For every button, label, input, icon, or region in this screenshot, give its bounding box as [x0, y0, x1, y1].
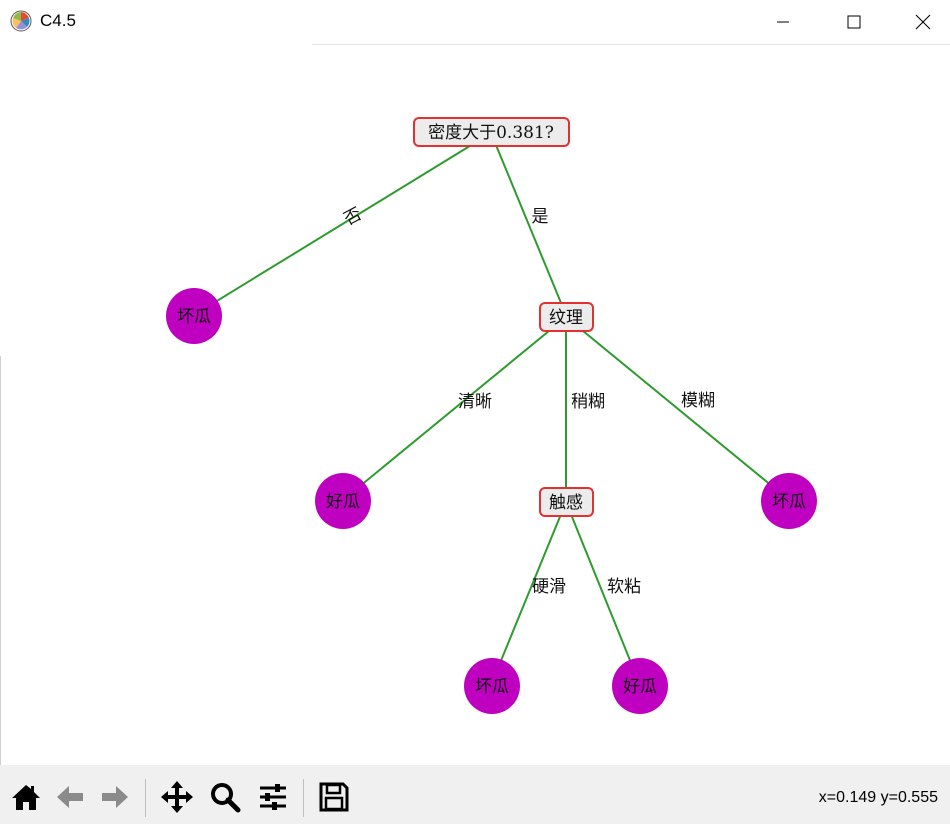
figure-canvas[interactable]: 否 是 清晰 稍糊 模糊 硬滑 软粘 坏瓜 好瓜 坏瓜 坏瓜 好瓜 密度大于0.…	[0, 45, 950, 765]
zoom-icon	[209, 781, 241, 817]
pan-button[interactable]	[157, 779, 197, 819]
leaf-label: 好瓜	[623, 677, 657, 697]
leaf-label: 坏瓜	[177, 307, 211, 327]
leaf-label: 好瓜	[326, 492, 360, 512]
minimize-button[interactable]	[760, 0, 806, 44]
edge-no	[193, 132, 492, 316]
decision-tree: 否 是 清晰 稍糊 模糊 硬滑 软粘 坏瓜 好瓜 坏瓜 坏瓜 好瓜 密度大于0.…	[166, 117, 817, 714]
leaf-label: 坏瓜	[772, 492, 806, 512]
toolbar-separator	[303, 779, 304, 817]
decision-node-texture: 纹理	[549, 308, 583, 328]
zoom-button[interactable]	[205, 779, 245, 819]
save-icon	[318, 781, 350, 817]
cursor-coordinates: x=0.149 y=0.555	[818, 789, 938, 806]
edge-yes	[490, 132, 567, 316]
edge-label-no: 否	[341, 204, 365, 230]
forward-icon	[99, 781, 131, 817]
matplotlib-app-icon	[10, 10, 32, 32]
leaf-label: 坏瓜	[475, 677, 509, 697]
decision-node-root: 密度大于0.381?	[428, 123, 554, 143]
title-bar: C4.5	[0, 0, 950, 44]
back-button[interactable]	[50, 779, 90, 819]
navigation-toolbar: x=0.149 y=0.555	[0, 765, 950, 824]
forward-button[interactable]	[95, 779, 135, 819]
save-button[interactable]	[314, 779, 354, 819]
edge-label-soft: 软粘	[607, 577, 641, 597]
configure-subplots-button[interactable]	[253, 779, 293, 819]
edge-label-blurry: 模糊	[681, 391, 715, 411]
toolbar-separator	[145, 779, 146, 817]
home-icon	[10, 781, 42, 817]
edge-clear	[342, 316, 567, 501]
configure-icon	[257, 781, 289, 817]
maximize-button[interactable]	[831, 0, 877, 44]
edge-label-slight: 稍糊	[571, 392, 605, 412]
pan-icon	[160, 780, 194, 818]
window-title: C4.5	[40, 11, 76, 30]
home-button[interactable]	[6, 779, 46, 819]
edge-label-hard: 硬滑	[532, 577, 566, 597]
edge-label-yes: 是	[532, 207, 549, 227]
close-button[interactable]	[900, 0, 946, 44]
back-icon	[54, 781, 86, 817]
decision-node-touch: 触感	[549, 493, 583, 513]
edge-label-clear: 清晰	[458, 392, 492, 412]
